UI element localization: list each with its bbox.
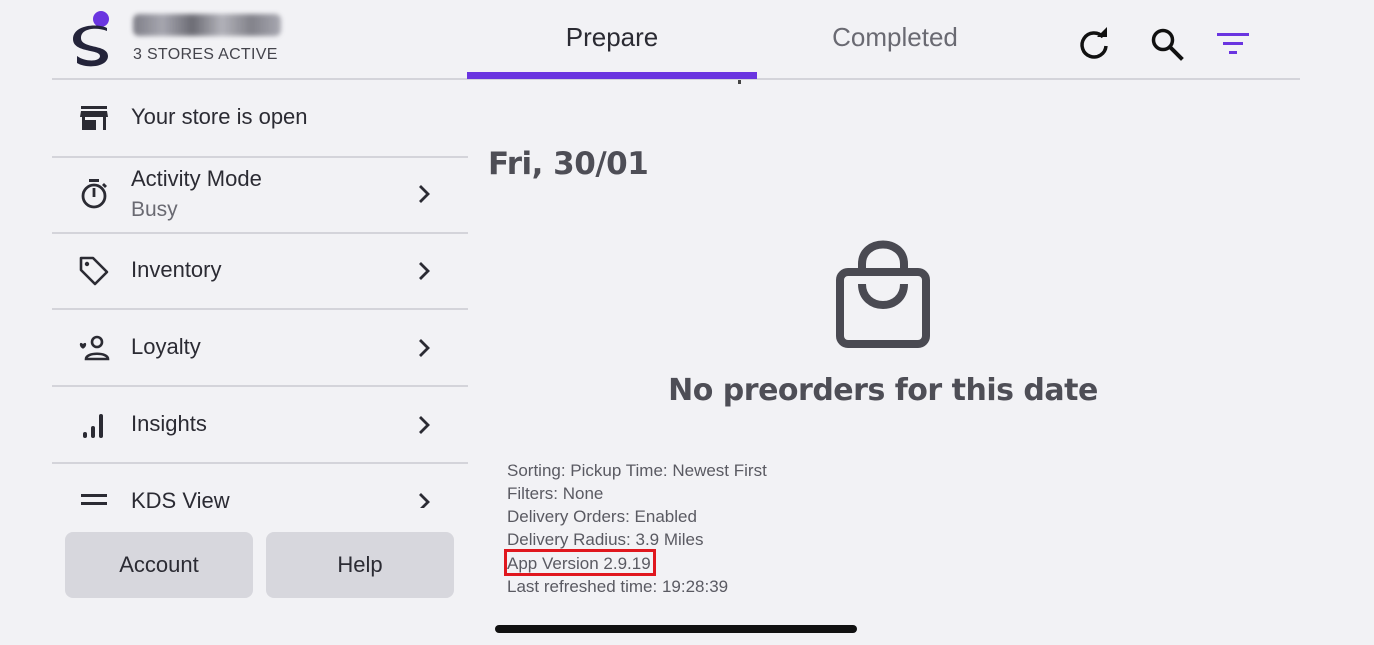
chevron-right-icon	[419, 185, 430, 203]
tab-completed[interactable]: Completed	[750, 22, 1040, 78]
timer-icon	[81, 179, 107, 209]
sidebar: Your store is open Activity Mode Busy In…	[52, 80, 468, 508]
sidebar-item-label: Insights	[131, 411, 207, 436]
sidebar-item-inventory[interactable]: Inventory	[52, 233, 468, 310]
tab-prepare[interactable]: Prepare	[467, 22, 757, 78]
sidebar-item-label: Activity Mode	[131, 166, 262, 191]
sidebar-item-label: Inventory	[131, 257, 222, 282]
active-tab-indicator	[467, 72, 757, 79]
home-indicator[interactable]	[495, 625, 857, 633]
shopping-bag-icon	[836, 240, 930, 348]
tab-tick-mark	[738, 80, 741, 84]
activity-mode-value: Busy	[131, 198, 178, 221]
filters-info: Filters: None	[507, 484, 604, 503]
sidebar-item-label: KDS View	[131, 488, 230, 508]
sidebar-item-store-status[interactable]: Your store is open	[52, 80, 468, 158]
chevron-right-icon	[419, 493, 430, 508]
search-icon[interactable]	[1149, 26, 1185, 62]
delivery-orders-info: Delivery Orders: Enabled	[507, 507, 697, 526]
sorting-info: Sorting: Pickup Time: Newest First	[507, 461, 767, 480]
storefront-icon	[80, 106, 108, 130]
app-logo	[73, 11, 109, 67]
chevron-right-icon	[419, 262, 430, 280]
account-button[interactable]: Account	[65, 532, 253, 598]
menu-lines-icon	[81, 494, 107, 505]
store-name-redacted	[133, 14, 281, 36]
empty-state-message: No preorders for this date	[668, 373, 1098, 408]
help-button[interactable]: Help	[266, 532, 454, 598]
sidebar-item-activity-mode[interactable]: Activity Mode Busy	[52, 156, 468, 234]
signal-bars-icon	[83, 414, 103, 438]
sidebar-item-label: Loyalty	[131, 334, 201, 359]
chevron-right-icon	[419, 339, 430, 357]
filter-icon[interactable]	[1215, 26, 1251, 62]
sidebar-item-kds-view[interactable]: KDS View	[52, 464, 468, 508]
app-version-highlight	[504, 549, 656, 576]
tag-icon	[79, 256, 109, 286]
date-heading: Fri, 30/01	[488, 146, 649, 182]
chevron-right-icon	[419, 416, 430, 434]
loyalty-person-icon	[79, 335, 110, 361]
sidebar-item-insights[interactable]: Insights	[52, 387, 468, 464]
refresh-icon[interactable]	[1076, 26, 1112, 62]
last-refreshed-info: Last refreshed time: 19:28:39	[507, 577, 729, 596]
sidebar-item-label: Your store is open	[131, 104, 308, 129]
sidebar-item-loyalty[interactable]: Loyalty	[52, 310, 468, 387]
delivery-radius-info: Delivery Radius: 3.9 Miles	[507, 530, 704, 549]
stores-active-label: 3 STORES ACTIVE	[133, 46, 278, 63]
